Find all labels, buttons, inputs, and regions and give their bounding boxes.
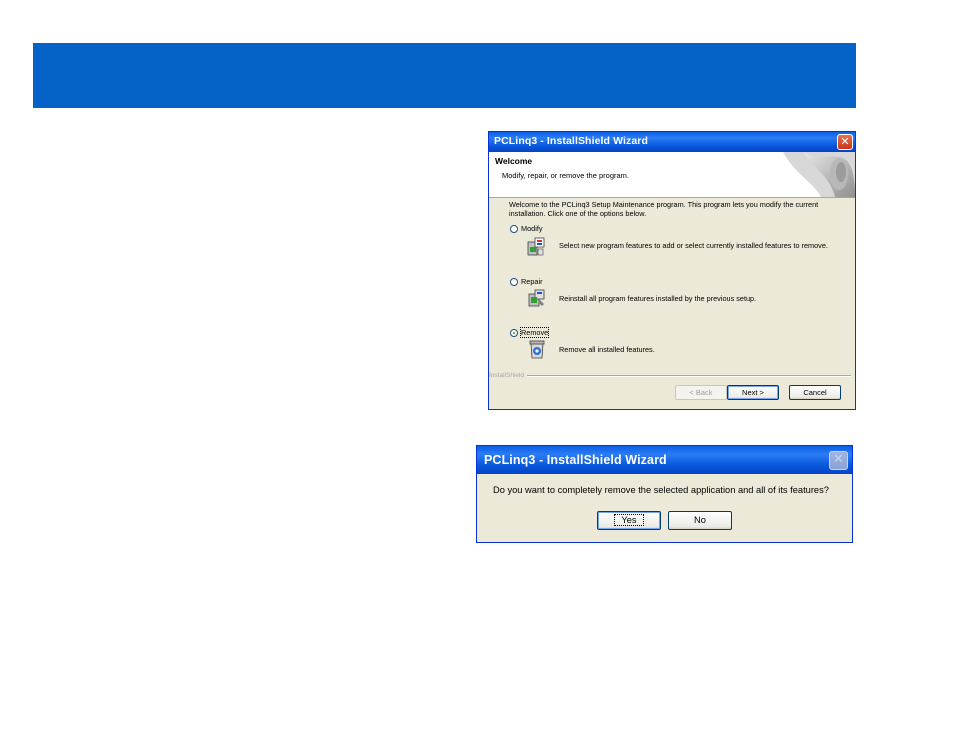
modify-option[interactable]: Modify	[510, 224, 543, 233]
installshield-wizard-window: PCLinq3 - InstallShield Wizard ✕ Welcome…	[488, 131, 856, 410]
wizard-header: Welcome Modify, repair, or remove the pr…	[489, 152, 855, 198]
window-title: PCLinq3 - InstallShield Wizard	[494, 135, 649, 147]
remove-option[interactable]: Remove	[510, 327, 550, 338]
intro-text: Welcome to the PCLinq3 Setup Maintenance…	[509, 200, 819, 218]
repair-description: Reinstall all program features installed…	[559, 294, 757, 303]
modify-radio[interactable]	[510, 224, 518, 233]
installshield-divider: InstallShield	[489, 372, 851, 379]
confirm-title: PCLinq3 - InstallShield Wizard	[484, 453, 667, 467]
modify-icon	[527, 237, 545, 256]
installshield-brand: InstallShield	[489, 372, 525, 379]
yes-button[interactable]: Yes	[597, 511, 661, 530]
confirm-message: Do you want to completely remove the sel…	[493, 485, 829, 495]
close-icon[interactable]: ✕	[837, 134, 853, 150]
remove-label[interactable]: Remove	[519, 327, 550, 338]
remove-icon	[529, 340, 545, 359]
header-subtitle: Modify, repair, or remove the program.	[502, 171, 629, 180]
modify-label[interactable]: Modify	[521, 224, 543, 233]
modify-description: Select new program features to add or se…	[559, 241, 828, 250]
next-button[interactable]: Next >	[727, 385, 779, 400]
installshield-logo-icon	[783, 152, 855, 197]
header-banner	[33, 43, 856, 108]
yes-label: Yes	[614, 514, 644, 526]
confirm-dialog: PCLinq3 - InstallShield Wizard ✕ Do you …	[476, 445, 853, 543]
back-button[interactable]: < Back	[675, 385, 727, 400]
no-button[interactable]: No	[668, 511, 732, 530]
close-icon[interactable]: ✕	[829, 451, 848, 470]
remove-description: Remove all installed features.	[559, 345, 655, 354]
repair-label[interactable]: Repair	[521, 277, 543, 286]
cancel-button[interactable]: Cancel	[789, 385, 841, 400]
remove-radio[interactable]	[510, 328, 518, 337]
header-title: Welcome	[495, 156, 533, 166]
repair-radio[interactable]	[510, 277, 518, 286]
confirm-title-bar[interactable]: PCLinq3 - InstallShield Wizard ✕	[477, 446, 852, 474]
repair-icon	[528, 289, 545, 307]
repair-option[interactable]: Repair	[510, 277, 543, 286]
title-bar[interactable]: PCLinq3 - InstallShield Wizard ✕	[489, 132, 855, 152]
